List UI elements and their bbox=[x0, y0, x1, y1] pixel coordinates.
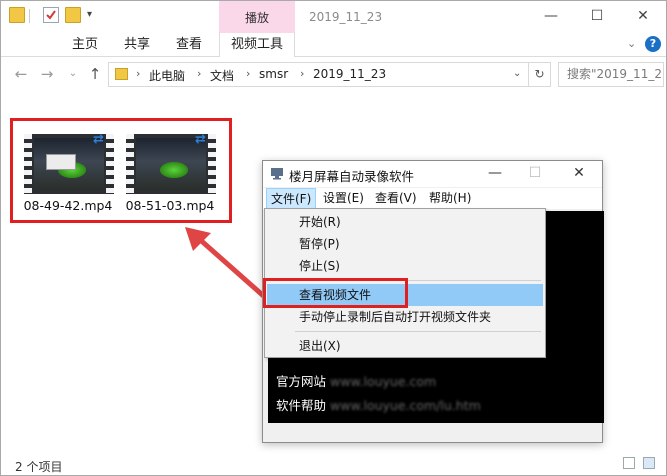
menu-item-start[interactable]: 开始(R) bbox=[267, 211, 543, 233]
new-folder-icon[interactable] bbox=[65, 7, 81, 23]
official-site-label: 官方网站 bbox=[276, 374, 327, 389]
app-menu-bar: 文件(F) 设置(E) 查看(V) 帮助(H) bbox=[263, 188, 602, 209]
chevron-right-icon[interactable]: › bbox=[197, 67, 201, 80]
breadcrumb-this-pc[interactable]: 此电脑 bbox=[149, 67, 185, 84]
help-icon[interactable]: ? bbox=[645, 36, 661, 52]
app-title-bar: 楼月屏幕自动录像软件 — ☐ ✕ bbox=[263, 161, 602, 187]
close-button[interactable]: ✕ bbox=[559, 161, 599, 187]
help-line: 软件帮助 www.louyue.com/lu.htm bbox=[276, 395, 481, 414]
breadcrumb-current[interactable]: 2019_11_23 bbox=[313, 67, 386, 81]
breadcrumb-smsr[interactable]: smsr bbox=[259, 67, 288, 81]
refresh-icon[interactable]: ↻ bbox=[529, 62, 551, 87]
menu-separator bbox=[295, 331, 541, 332]
title-bar: ▾ 播放 2019_11_23 — ☐ ✕ bbox=[1, 1, 666, 33]
help-url[interactable]: www.louyue.com/lu.htm bbox=[330, 398, 481, 413]
help-label: 软件帮助 bbox=[276, 398, 327, 413]
maximize-button[interactable]: ☐ bbox=[574, 1, 620, 33]
forward-icon[interactable]: → bbox=[37, 66, 57, 84]
highlight-box bbox=[263, 278, 408, 308]
menu-file[interactable]: 文件(F) bbox=[266, 188, 317, 209]
details-view-icon[interactable] bbox=[623, 457, 635, 469]
menu-item-auto-open-folder[interactable]: 手动停止录制后自动打开视频文件夹 bbox=[267, 306, 543, 328]
menu-view[interactable]: 查看(V) bbox=[371, 188, 421, 209]
highlight-box bbox=[10, 118, 232, 223]
tab-share[interactable]: 共享 bbox=[117, 33, 157, 57]
tab-view[interactable]: 查看 bbox=[169, 33, 209, 57]
menu-item-pause[interactable]: 暂停(P) bbox=[267, 233, 543, 255]
window-title: 2019_11_23 bbox=[309, 10, 383, 24]
chevron-right-icon[interactable]: › bbox=[246, 67, 250, 80]
properties-icon[interactable] bbox=[43, 7, 59, 23]
chevron-right-icon[interactable]: › bbox=[136, 67, 140, 80]
context-tab-play[interactable]: 播放 bbox=[219, 1, 295, 33]
minimize-button[interactable]: — bbox=[475, 161, 515, 187]
menu-settings[interactable]: 设置(E) bbox=[319, 188, 368, 209]
app-icon bbox=[270, 166, 284, 180]
back-icon[interactable]: ← bbox=[11, 66, 31, 84]
menu-item-stop[interactable]: 停止(S) bbox=[267, 255, 543, 277]
large-icons-view-icon[interactable] bbox=[643, 457, 655, 469]
arrow-icon bbox=[185, 227, 269, 301]
tab-home[interactable]: 主页 bbox=[65, 33, 105, 57]
search-input[interactable]: 搜索"2019_11_23" bbox=[558, 62, 664, 87]
address-history-icon[interactable]: ⌄ bbox=[513, 68, 521, 79]
tab-video-tools[interactable]: 视频工具 bbox=[219, 33, 295, 57]
chevron-right-icon[interactable]: › bbox=[300, 67, 304, 80]
address-bar[interactable]: › 此电脑 › 文档 › smsr › 2019_11_23 ⌄ bbox=[108, 62, 529, 87]
status-bar: 2 个项目 bbox=[1, 453, 666, 475]
divider bbox=[29, 9, 30, 23]
folder-icon bbox=[115, 68, 128, 80]
minimize-button[interactable]: — bbox=[528, 1, 574, 33]
official-site-line: 官方网站 www.louyue.com bbox=[276, 371, 436, 390]
official-site-url[interactable]: www.louyue.com bbox=[330, 374, 436, 389]
up-icon[interactable]: ↑ bbox=[85, 66, 105, 84]
recent-locations-icon[interactable]: ⌄ bbox=[63, 66, 83, 84]
menu-item-exit[interactable]: 退出(X) bbox=[267, 335, 543, 357]
breadcrumb-documents[interactable]: 文档 bbox=[210, 67, 234, 84]
menu-help[interactable]: 帮助(H) bbox=[425, 188, 475, 209]
expand-ribbon-icon[interactable]: ⌄ bbox=[627, 37, 636, 50]
close-button[interactable]: ✕ bbox=[620, 1, 666, 33]
item-count: 2 个项目 bbox=[15, 460, 63, 474]
app-title: 楼月屏幕自动录像软件 bbox=[289, 169, 415, 184]
maximize-button[interactable]: ☐ bbox=[515, 161, 555, 187]
folder-icon[interactable] bbox=[9, 7, 25, 23]
quick-access-dropdown-icon[interactable]: ▾ bbox=[87, 9, 92, 20]
ribbon-tabs: 文件 主页 共享 查看 视频工具 ⌄ ? bbox=[1, 33, 666, 246]
